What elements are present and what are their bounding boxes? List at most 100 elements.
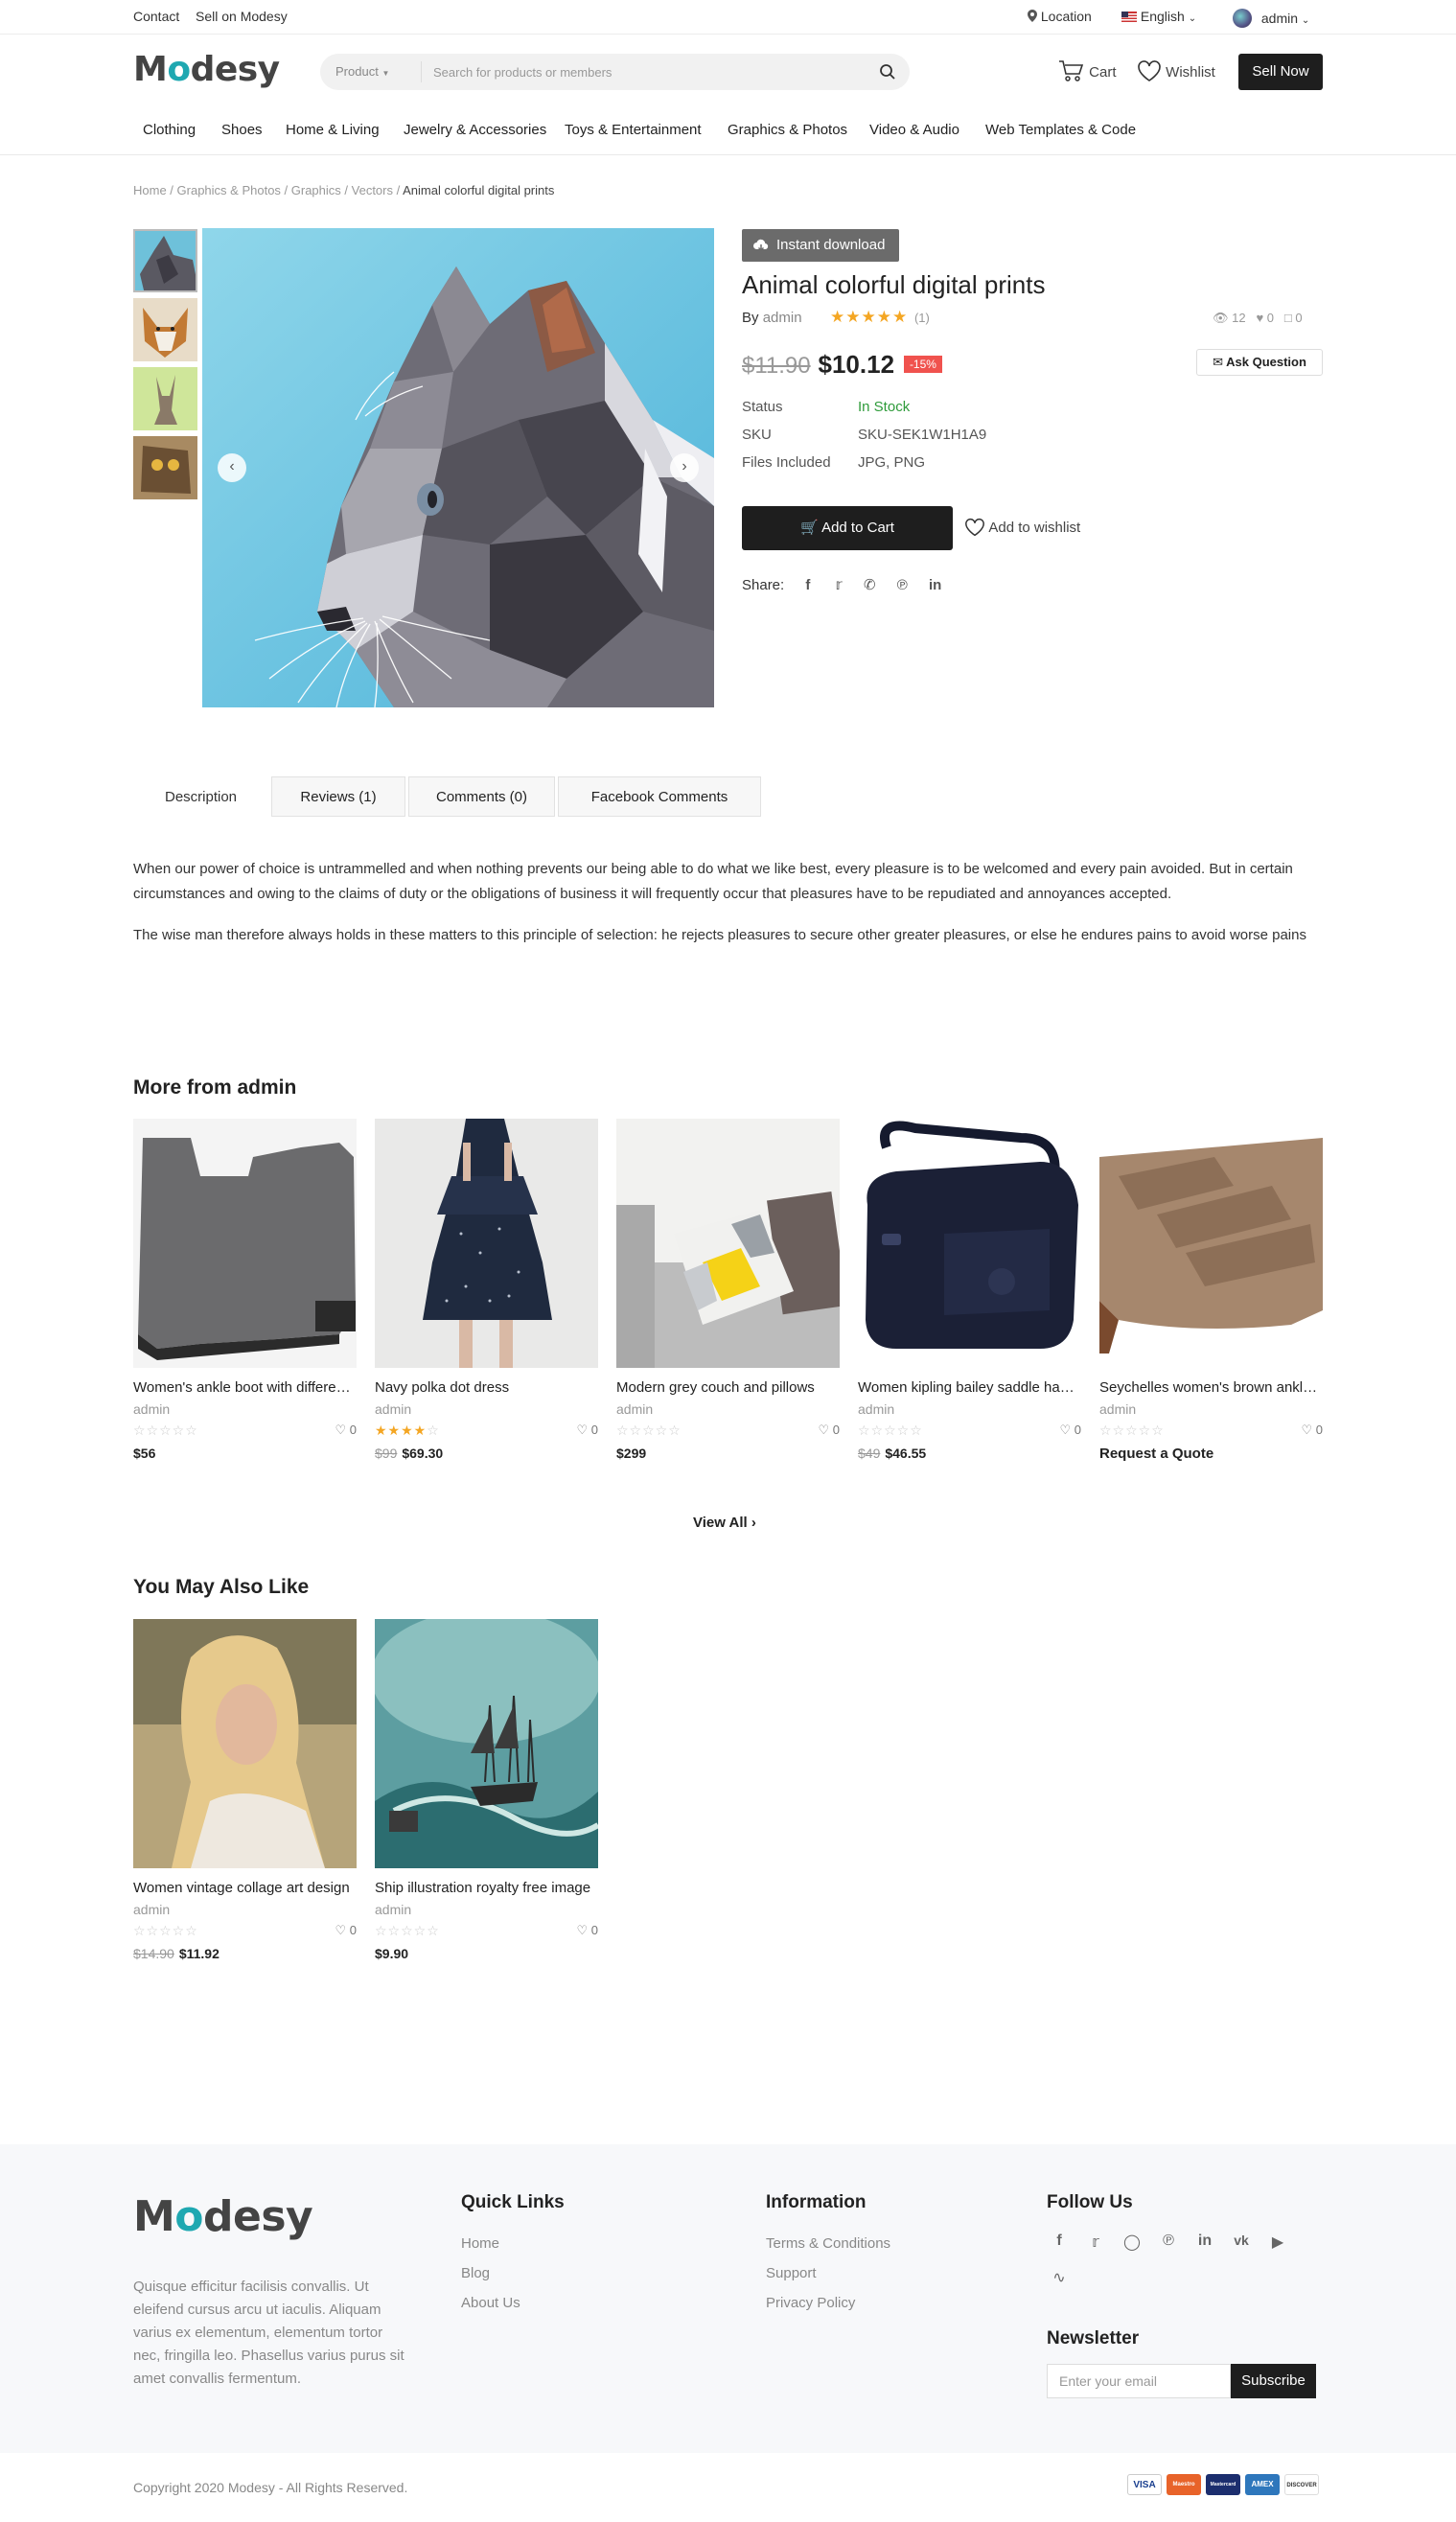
product-card[interactable]: Ship illustration royalty free image adm… [375,1619,598,1961]
product-image[interactable] [1099,1119,1323,1368]
footer-link-support[interactable]: Support [766,2265,817,2281]
like-button[interactable]: ♡ 0 [335,1923,357,1938]
prev-image-button[interactable]: ‹ [218,453,246,482]
search-input[interactable] [433,54,855,90]
product-stats: 👁 12 ♥ 0 □ 0 [1213,311,1303,326]
footer-link-home[interactable]: Home [461,2235,499,2252]
user-menu[interactable]: admin ⌄ [1233,9,1309,28]
product-rating[interactable]: ★★★★★ (1) [830,308,930,327]
tab-comments[interactable]: Comments (0) [408,776,555,817]
thumbnail-owl[interactable] [133,436,197,499]
pinterest-icon[interactable]: ℗ [897,577,908,593]
request-quote-link[interactable]: Request a Quote [1099,1446,1323,1462]
product-card[interactable]: Women vintage collage art design admin ☆… [133,1619,357,1961]
sell-now-button[interactable]: Sell Now [1238,54,1323,90]
breadcrumb-item[interactable]: Graphics [291,183,341,197]
twitter-icon[interactable]: 𝕣 [1085,2233,1106,2252]
contact-link[interactable]: Contact [133,9,179,24]
thumbnail-cat[interactable] [133,229,197,292]
nav-item-web-templates[interactable]: Web Templates & Code [985,122,1136,138]
ask-question-button[interactable]: ✉ Ask Question [1196,349,1323,376]
search-category-select[interactable]: Product ▼ [335,64,389,79]
product-card[interactable]: Modern grey couch and pillows admin ☆☆☆☆… [616,1119,840,1461]
pinterest-icon[interactable]: ℗ [1158,2233,1179,2250]
tab-reviews[interactable]: Reviews (1) [271,776,405,817]
tab-description[interactable]: Description [133,776,268,817]
product-name[interactable]: Women vintage collage art design [133,1880,357,1896]
add-to-wishlist-button[interactable]: Add to wishlist [964,518,1080,537]
nav-item-clothing[interactable]: Clothing [143,122,196,138]
thumbnail-rabbit[interactable] [133,367,197,430]
product-card[interactable]: Seychelles women's brown ankle boots adm… [1099,1119,1323,1462]
product-seller[interactable]: admin [616,1401,840,1417]
footer-link-privacy[interactable]: Privacy Policy [766,2295,855,2311]
product-image[interactable] [616,1119,840,1368]
footer-link-terms[interactable]: Terms & Conditions [766,2235,890,2252]
like-button[interactable]: ♡ 0 [818,1423,840,1438]
product-image[interactable] [133,1619,357,1868]
search-icon[interactable] [879,63,896,83]
nav-item-toys[interactable]: Toys & Entertainment [565,122,702,138]
breadcrumb-item[interactable]: Graphics & Photos [177,183,281,197]
current-price: $10.12 [818,350,895,379]
vk-icon[interactable]: vk [1231,2233,1252,2248]
nav-item-home-living[interactable]: Home & Living [286,122,380,138]
facebook-icon[interactable]: f [1049,2233,1070,2250]
twitter-icon[interactable]: 𝕣 [836,577,843,593]
product-name[interactable]: Ship illustration royalty free image [375,1880,598,1896]
linkedin-icon[interactable]: in [929,577,941,593]
newsletter-email-field[interactable] [1047,2364,1231,2398]
nav-item-jewelry[interactable]: Jewelry & Accessories [404,122,546,138]
view-all-link[interactable]: View All › [693,1515,756,1531]
like-button[interactable]: ♡ 0 [576,1923,598,1938]
next-image-button[interactable]: › [670,453,699,482]
site-logo[interactable]: Modesy [133,50,280,89]
add-to-cart-button[interactable]: 🛒 Add to Cart [742,506,953,550]
product-name[interactable]: Women kipling bailey saddle handbag [858,1379,1081,1396]
rss-icon[interactable]: ∿ [1049,2268,1070,2287]
facebook-icon[interactable]: f [805,577,810,593]
nav-item-video-audio[interactable]: Video & Audio [869,122,959,138]
youtube-icon[interactable]: ▶ [1267,2233,1288,2252]
product-image[interactable] [375,1619,598,1868]
cart-link[interactable]: Cart [1058,59,1117,82]
breadcrumb-item[interactable]: Vectors [352,183,393,197]
product-seller[interactable]: admin [858,1401,1081,1417]
product-seller[interactable]: admin [375,1902,598,1917]
product-seller[interactable]: admin [133,1902,357,1917]
tab-facebook-comments[interactable]: Facebook Comments [558,776,761,817]
wishlist-link[interactable]: Wishlist [1137,59,1215,82]
footer-logo[interactable]: Modesy [133,2192,313,2241]
footer-link-blog[interactable]: Blog [461,2265,490,2281]
product-card[interactable]: Navy polka dot dress admin ★★★★☆ ♡ 0 $99 $… [375,1119,598,1461]
like-button[interactable]: ♡ 0 [335,1423,357,1438]
linkedin-icon[interactable]: in [1194,2233,1215,2250]
language-selector[interactable]: English ⌄ [1121,9,1196,24]
product-card[interactable]: Women's ankle boot with different colors… [133,1119,357,1461]
product-image[interactable] [858,1119,1081,1368]
thumbnail-dog[interactable] [133,298,197,361]
nav-item-shoes[interactable]: Shoes [221,122,263,138]
product-seller[interactable]: admin [133,1401,357,1417]
nav-item-graphics[interactable]: Graphics & Photos [728,122,847,138]
like-button[interactable]: ♡ 0 [1301,1423,1323,1438]
like-button[interactable]: ♡ 0 [1059,1423,1081,1438]
product-card[interactable]: Women kipling bailey saddle handbag admi… [858,1119,1081,1461]
location-selector[interactable]: Location [1028,9,1092,24]
product-name[interactable]: Seychelles women's brown ankle boots [1099,1379,1323,1396]
like-button[interactable]: ♡ 0 [576,1423,598,1438]
seller-link[interactable]: admin [763,310,802,326]
product-image[interactable] [375,1119,598,1368]
product-name[interactable]: Women's ankle boot with different colors [133,1379,357,1396]
subscribe-button[interactable]: Subscribe [1231,2364,1316,2398]
breadcrumb-item[interactable]: Home [133,183,167,197]
product-name[interactable]: Modern grey couch and pillows [616,1379,840,1396]
product-name[interactable]: Navy polka dot dress [375,1379,598,1396]
product-seller[interactable]: admin [375,1401,598,1417]
whatsapp-icon[interactable]: ✆ [864,577,876,593]
product-seller[interactable]: admin [1099,1401,1323,1417]
footer-link-about[interactable]: About Us [461,2295,520,2311]
sell-on-link[interactable]: Sell on Modesy [196,9,288,24]
instagram-icon[interactable]: ◯ [1121,2233,1143,2252]
product-image[interactable] [133,1119,357,1368]
